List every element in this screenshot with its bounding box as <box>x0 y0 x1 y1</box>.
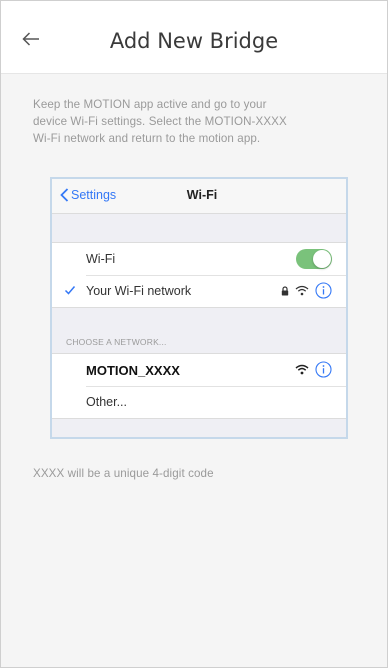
other-network-row: Other... <box>52 386 346 418</box>
toggle-knob <box>313 250 331 268</box>
wifi-toggle-row: Wi-Fi <box>52 243 346 275</box>
network-icons <box>289 361 332 378</box>
header-bar: Add New Bridge <box>1 1 387 74</box>
network-name: MOTION_XXXX <box>86 362 180 378</box>
wifi-toggle <box>296 249 332 269</box>
connected-network-name: Your Wi-Fi network <box>86 284 192 298</box>
available-networks-group: MOTION_XXXX Other... <box>52 353 346 419</box>
info-icon <box>315 361 332 378</box>
code-footnote: XXXX will be a unique 4-digit code <box>33 467 214 480</box>
choose-network-header: CHOOSE A NETWORK... <box>66 337 167 347</box>
ios-nav-title: Wi-Fi <box>186 188 218 202</box>
instructions-line: Wi-Fi network and return to the motion a… <box>33 132 261 145</box>
instructions-line: device Wi-Fi settings. Select the MOTION… <box>33 115 287 128</box>
wifi-signal-icon <box>295 285 309 296</box>
wifi-settings-illustration: Settings Wi-Fi Wi-Fi Your Wi-Fi network <box>50 177 348 439</box>
checkmark-icon <box>64 286 76 295</box>
other-network-label: Other... <box>86 395 127 409</box>
instructions-line: Keep the MOTION app active and go to you… <box>33 98 267 111</box>
wifi-signal-icon <box>295 364 309 375</box>
connected-network-row: Your Wi-Fi network <box>52 275 346 307</box>
instructions-text: Keep the MOTION app active and go to you… <box>33 96 361 147</box>
connected-network-icons <box>275 282 332 299</box>
network-row: MOTION_XXXX <box>52 354 346 386</box>
ios-nav-bar: Settings Wi-Fi <box>52 179 346 214</box>
info-icon <box>315 282 332 299</box>
page-title: Add New Bridge <box>109 29 279 53</box>
app-screen: Add New Bridge Keep the MOTION app activ… <box>0 0 388 668</box>
wifi-status-group: Wi-Fi Your Wi-Fi network <box>52 242 346 308</box>
lock-icon <box>281 285 289 296</box>
wifi-row-label: Wi-Fi <box>86 252 116 266</box>
